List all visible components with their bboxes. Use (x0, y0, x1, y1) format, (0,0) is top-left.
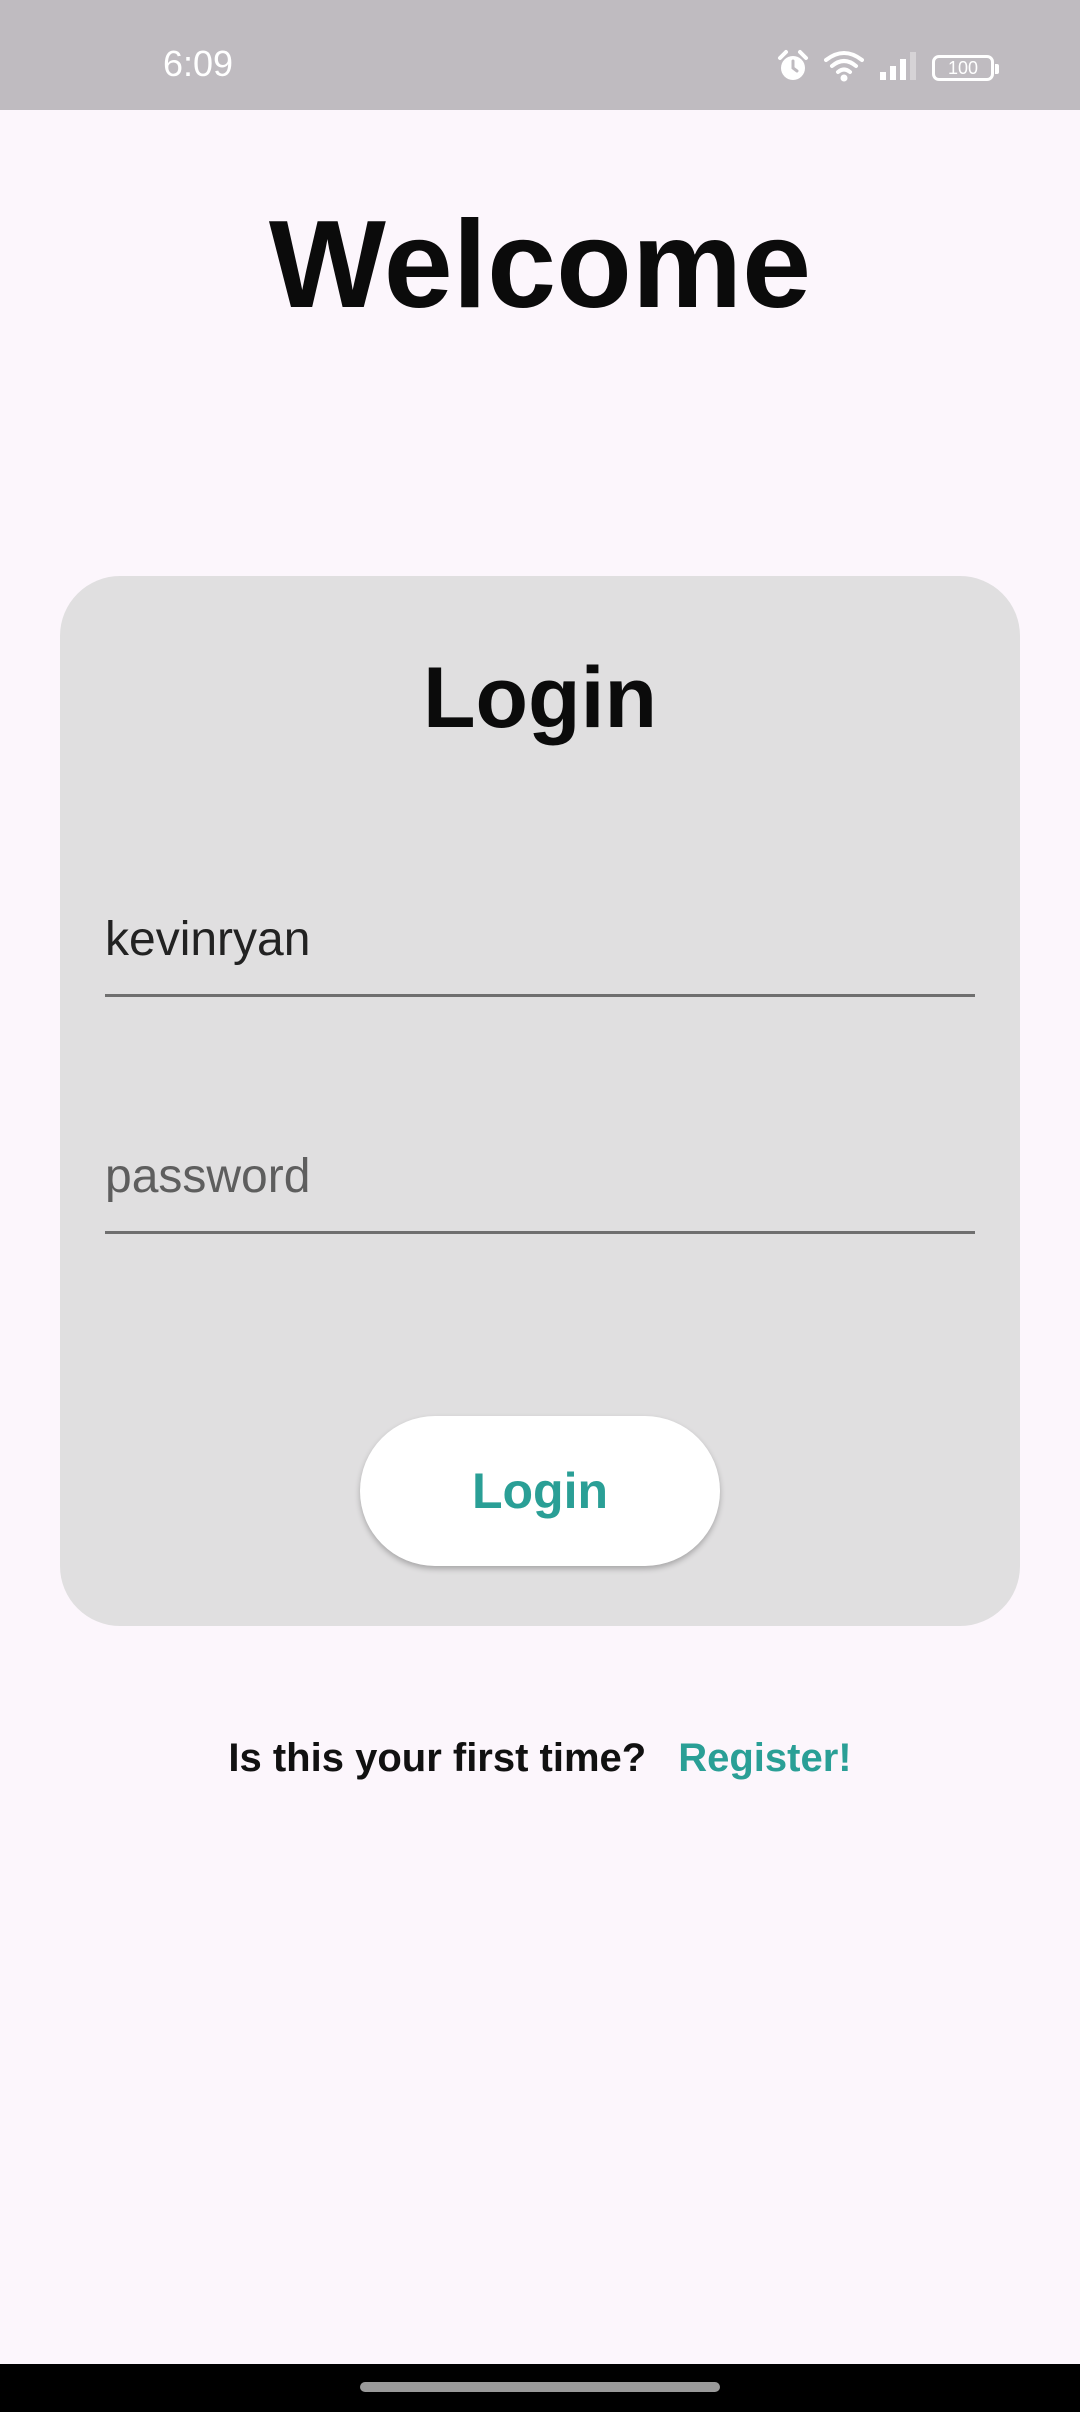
login-button[interactable]: Login (360, 1416, 720, 1566)
register-row: Is this your first time? Register! (0, 1728, 1080, 1788)
status-icons: 100 (776, 48, 999, 88)
login-card-title: Login (422, 650, 658, 746)
battery-icon: 100 (932, 55, 999, 81)
password-field (105, 1121, 975, 1234)
username-input[interactable] (105, 904, 975, 974)
register-link[interactable]: Register! (678, 1736, 851, 1780)
login-card: Login Login (60, 576, 1020, 1626)
signal-icon (878, 51, 918, 86)
status-bar: 6:09 100 (0, 0, 1080, 110)
home-indicator[interactable] (360, 2382, 720, 2392)
navigation-bar (0, 2364, 1080, 2412)
password-input[interactable] (105, 1141, 975, 1211)
status-time: 6:09 (163, 43, 234, 84)
register-question: Is this your first time? (228, 1736, 647, 1780)
username-field (105, 884, 975, 997)
alarm-icon (776, 49, 810, 88)
page-title: Welcome (268, 196, 812, 334)
wifi-icon (824, 50, 864, 87)
